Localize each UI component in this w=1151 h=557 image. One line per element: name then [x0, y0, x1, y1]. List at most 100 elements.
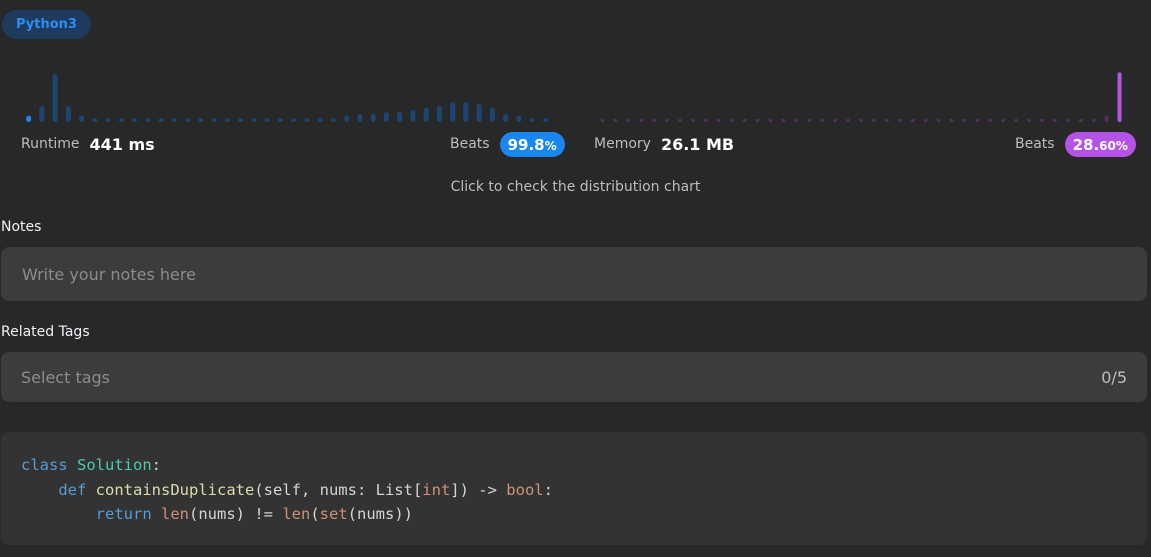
distribution-bar[interactable] [118, 118, 124, 122]
distribution-bar[interactable] [1014, 118, 1019, 122]
distribution-bar[interactable] [807, 118, 812, 122]
distribution-bar[interactable] [529, 118, 535, 122]
distribution-bar[interactable] [1001, 118, 1006, 122]
distribution-bar[interactable] [846, 118, 851, 122]
code-token: bool [506, 480, 544, 499]
distribution-bar[interactable] [370, 113, 376, 122]
distribution-bar[interactable] [503, 113, 509, 122]
distribution-bar[interactable] [1091, 118, 1096, 122]
distribution-bar[interactable] [489, 107, 495, 122]
distribution-bar[interactable] [1078, 118, 1083, 122]
distribution-bar[interactable] [897, 118, 902, 122]
code-block[interactable]: class Solution: def containsDuplicate(se… [1, 432, 1147, 545]
distribution-bar[interactable] [962, 118, 967, 122]
distribution-bar[interactable] [277, 118, 283, 122]
runtime-beats-minor: % [544, 138, 557, 153]
distribution-bar[interactable] [1039, 118, 1044, 122]
distribution-bar[interactable] [251, 118, 257, 122]
notes-input[interactable] [1, 247, 1147, 301]
distribution-bar[interactable] [317, 118, 323, 122]
distribution-bar[interactable] [794, 118, 799, 122]
code-line: return len(nums) != len(set(nums)) [21, 502, 1127, 527]
distribution-bar[interactable] [781, 118, 786, 122]
memory-label: Memory [594, 136, 651, 152]
distribution-bar[interactable] [703, 118, 708, 122]
distribution-bar[interactable] [344, 115, 350, 122]
distribution-bar[interactable] [542, 118, 548, 122]
code-token: def [58, 480, 87, 499]
distribution-bar[interactable] [476, 104, 482, 122]
distribution-bar[interactable] [383, 112, 389, 122]
distribution-bar[interactable] [652, 118, 657, 122]
distribution-bar[interactable] [859, 118, 863, 122]
distribution-bar[interactable] [884, 118, 889, 122]
distribution-bar[interactable] [1117, 72, 1122, 122]
distribution-bar[interactable] [185, 118, 191, 122]
distribution-bar[interactable] [639, 118, 644, 122]
distribution-bar[interactable] [1027, 118, 1032, 122]
distribution-bar[interactable] [755, 118, 760, 122]
distribution-bar[interactable] [198, 118, 204, 122]
distribution-bar[interactable] [665, 118, 670, 122]
distribution-bar[interactable] [224, 118, 230, 122]
distribution-bar[interactable] [79, 115, 85, 122]
distribution-bar[interactable] [1065, 118, 1070, 122]
distribution-hint[interactable]: Click to check the distribution chart [0, 179, 1151, 195]
distribution-bar[interactable] [65, 105, 71, 122]
distribution-bar[interactable] [613, 118, 618, 122]
distribution-bar[interactable] [132, 118, 138, 122]
distribution-bar[interactable] [742, 118, 747, 122]
distribution-bar[interactable] [264, 118, 270, 122]
distribution-bar[interactable] [988, 118, 993, 122]
distribution-bar[interactable] [238, 118, 244, 122]
distribution-bar[interactable] [833, 118, 838, 122]
distribution-bar[interactable] [291, 118, 297, 122]
distribution-bar[interactable] [211, 118, 217, 122]
distribution-bar[interactable] [145, 118, 151, 122]
distribution-bar[interactable] [975, 118, 980, 122]
distribution-bar[interactable] [357, 113, 363, 122]
distribution-bar[interactable] [397, 112, 403, 122]
distribution-bar[interactable] [304, 118, 310, 122]
distribution-bar[interactable] [330, 118, 336, 122]
language-badge[interactable]: Python3 [2, 10, 91, 39]
tags-select[interactable]: Select tags 0/5 [1, 352, 1147, 402]
distribution-bar[interactable] [910, 118, 915, 122]
distribution-bar[interactable] [105, 118, 111, 122]
distribution-bar[interactable] [1052, 118, 1057, 122]
distribution-bar[interactable] [436, 105, 442, 122]
distribution-bar[interactable] [729, 118, 734, 122]
distribution-bar[interactable] [52, 74, 58, 122]
distribution-bar[interactable] [936, 118, 941, 122]
distribution-bar[interactable] [450, 102, 456, 122]
distribution-bar[interactable] [423, 107, 429, 122]
distribution-bar[interactable] [516, 115, 522, 122]
memory-beats: Beats 28.60% [1015, 130, 1136, 158]
distribution-bar[interactable] [39, 105, 45, 122]
distribution-bar[interactable] [463, 102, 469, 122]
distribution-bar[interactable] [716, 118, 721, 122]
code-token: int [422, 480, 451, 499]
distribution-bar[interactable] [410, 110, 416, 122]
distribution-bar[interactable] [171, 118, 177, 122]
distribution-bar[interactable] [26, 115, 32, 122]
distribution-bar[interactable] [678, 118, 683, 122]
distribution-bar[interactable] [1104, 115, 1109, 122]
distribution-bar[interactable] [600, 118, 605, 122]
distribution-bar[interactable] [690, 118, 695, 122]
notes-label: Notes [1, 219, 42, 235]
distribution-bar[interactable] [871, 118, 876, 122]
distribution-bar[interactable] [768, 118, 773, 122]
code-token: containsDuplicate [95, 480, 255, 499]
code-token: set [319, 505, 348, 523]
distribution-bar[interactable] [820, 118, 825, 122]
distribution-bar[interactable] [92, 118, 98, 122]
distribution-bar[interactable] [923, 118, 928, 122]
distribution-bar[interactable] [158, 118, 164, 122]
memory-stat: Memory 26.1 MB [594, 130, 734, 158]
distribution-bar[interactable] [626, 118, 631, 122]
memory-distribution-chart[interactable] [596, 60, 1126, 122]
runtime-distribution-chart[interactable] [22, 60, 552, 122]
distribution-bar[interactable] [949, 118, 954, 122]
